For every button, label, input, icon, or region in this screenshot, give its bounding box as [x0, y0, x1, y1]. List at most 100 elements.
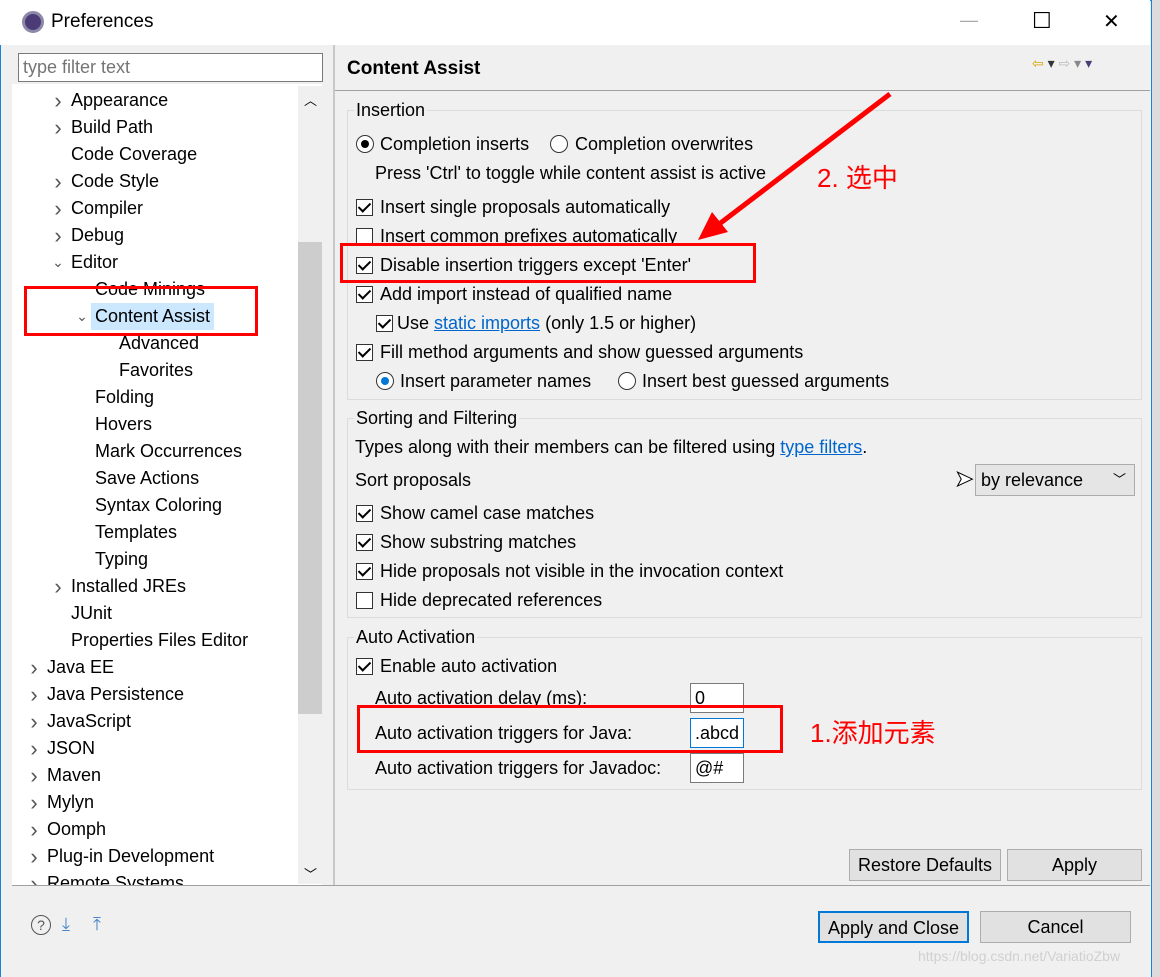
tree-item-label: Appearance	[71, 90, 169, 110]
chevron-right-icon[interactable]: ›	[24, 843, 44, 870]
chevron-right-icon[interactable]: ›	[24, 681, 44, 708]
period: .	[862, 437, 868, 457]
filter-input[interactable]	[18, 53, 323, 82]
tree-item-label: Hovers	[95, 414, 153, 434]
tree-item-label: Maven	[47, 765, 102, 785]
javadoc-triggers-input[interactable]: @#	[690, 753, 744, 783]
tree-item-label: Remote Systems	[47, 873, 185, 886]
chevron-right-icon[interactable]: ›	[48, 87, 68, 114]
chevron-right-icon[interactable]: ›	[24, 735, 44, 762]
tree-item-label: Installed JREs	[71, 576, 187, 596]
chevron-right-icon[interactable]: ›	[48, 114, 68, 141]
scroll-up-icon[interactable]: ︿	[304, 90, 317, 109]
tree-item-label: JSON	[47, 738, 96, 758]
chevron-down-icon[interactable]: ⌄	[48, 249, 68, 276]
footer-divider	[12, 885, 1150, 886]
tree-item-label: Oomph	[47, 819, 107, 839]
sort-proposals-label: Sort proposals	[355, 470, 472, 490]
scroll-down-icon[interactable]: ﹀	[304, 864, 317, 883]
tree-item-label: Code Coverage	[71, 144, 198, 164]
maximize-button[interactable]: ☐	[1032, 8, 1052, 34]
completion-inserts-label: Completion inserts	[380, 134, 530, 154]
types-text: Types along with their members can be fi…	[355, 437, 776, 457]
sort-value: by relevance	[981, 470, 1084, 490]
annotation-box-content-assist	[24, 286, 258, 336]
insertion-label: Insertion	[354, 100, 428, 121]
preference-tree: › Appearance › Build Path Code Coverage › Code…	[12, 84, 322, 886]
tree-item-label: Folding	[95, 387, 155, 407]
sorting-label: Sorting and Filtering	[354, 408, 520, 429]
insert-best-guessed-radio[interactable]	[618, 372, 636, 390]
watermark: https://blog.csdn.net/VariatioZbw	[918, 948, 1121, 964]
hide-deprecated-checkbox[interactable]	[356, 592, 373, 609]
camel-case-checkbox[interactable]	[356, 505, 373, 522]
back-icon[interactable]: ⇦	[1032, 55, 1044, 71]
chevron-right-icon[interactable]: ›	[24, 870, 44, 886]
tree-item-label: Favorites	[119, 360, 194, 380]
sort-proposals-select[interactable]: by relevance ﹀	[975, 464, 1135, 496]
use-static-imports-checkbox[interactable]	[376, 315, 393, 332]
cancel-button[interactable]: Cancel	[980, 911, 1131, 943]
enable-auto-activation-label: Enable auto activation	[380, 656, 558, 676]
tree-scroll-thumb[interactable]	[298, 242, 322, 714]
enable-auto-activation-checkbox[interactable]	[356, 658, 373, 675]
forward-menu-icon[interactable]: ▾	[1070, 55, 1085, 71]
tree-item-label: Build Path	[71, 117, 154, 137]
chevron-right-icon[interactable]: ›	[24, 816, 44, 843]
substring-checkbox[interactable]	[356, 534, 373, 551]
apply-and-close-button[interactable]: Apply and Close	[818, 911, 969, 943]
page-title: Content Assist	[347, 58, 481, 79]
hide-not-visible-checkbox[interactable]	[356, 563, 373, 580]
tree-item-label: Java Persistence	[47, 684, 185, 704]
minimize-button[interactable]: —	[960, 10, 978, 31]
tree-item-label: Plug-in Development	[47, 846, 215, 866]
add-import-checkbox[interactable]	[356, 286, 373, 303]
completion-overwrites-radio[interactable]	[550, 135, 568, 153]
chevron-right-icon[interactable]: ›	[24, 789, 44, 816]
insert-best-guessed-label: Insert best guessed arguments	[642, 371, 890, 391]
tree-item-label: Templates	[95, 522, 178, 542]
add-import-label: Add import instead of qualified name	[380, 284, 673, 304]
tree-item-label: Java EE	[47, 657, 115, 677]
tree-item-label: Properties Files Editor	[71, 630, 249, 650]
tree-item-label: JavaScript	[47, 711, 132, 731]
chevron-right-icon[interactable]: ›	[48, 195, 68, 222]
splitter[interactable]	[333, 45, 335, 885]
javadoc-triggers-label: Auto activation triggers for Javadoc:	[375, 758, 662, 778]
chevron-right-icon[interactable]: ›	[24, 762, 44, 789]
eclipse-icon	[22, 11, 44, 33]
chevron-right-icon[interactable]: ›	[48, 168, 68, 195]
tree-item-label: Save Actions	[95, 468, 200, 488]
forward-icon[interactable]: ⇨	[1059, 55, 1071, 71]
annotation-box-disable-triggers	[340, 243, 756, 283]
auto-activation-label: Auto Activation	[354, 627, 478, 648]
chevron-down-icon: ﹀	[1112, 472, 1126, 487]
camel-case-label: Show camel case matches	[380, 503, 595, 523]
completion-inserts-radio[interactable]	[356, 135, 374, 153]
view-menu-icon[interactable]: ▾	[1085, 55, 1092, 71]
help-icon[interactable]: ?	[31, 915, 51, 935]
apply-button[interactable]: Apply	[1007, 849, 1142, 881]
import-icon[interactable]: ⤓	[62, 914, 70, 935]
chevron-right-icon[interactable]: ›	[48, 222, 68, 249]
close-button[interactable]: ✕	[1103, 9, 1120, 34]
chevron-right-icon[interactable]: ›	[24, 654, 44, 681]
title-bar: Preferences — ☐ ✕	[0, 0, 1150, 45]
insert-single-checkbox[interactable]	[356, 199, 373, 216]
insert-param-names-radio[interactable]	[376, 372, 394, 390]
chevron-right-icon[interactable]: ›	[48, 573, 68, 600]
substring-label: Show substring matches	[380, 532, 577, 552]
static-imports-link[interactable]: static imports	[434, 313, 540, 333]
chevron-right-icon[interactable]: ›	[24, 708, 44, 735]
annotation-step2: 2. 选中	[817, 163, 898, 193]
fill-args-checkbox[interactable]	[356, 344, 373, 361]
back-menu-icon[interactable]: ▾	[1044, 55, 1059, 71]
annotation-step1: 1.添加元素	[810, 718, 936, 748]
type-filters-link[interactable]: type filters	[780, 437, 862, 457]
restore-defaults-button[interactable]: Restore Defaults	[849, 849, 1001, 881]
tree-item-label: Mark Occurrences	[95, 441, 243, 461]
export-icon[interactable]: ⤒	[93, 914, 101, 935]
tree-item-label: Typing	[95, 549, 149, 569]
annotation-box-java-triggers	[357, 705, 783, 753]
tree-item-label: Compiler	[71, 198, 144, 218]
